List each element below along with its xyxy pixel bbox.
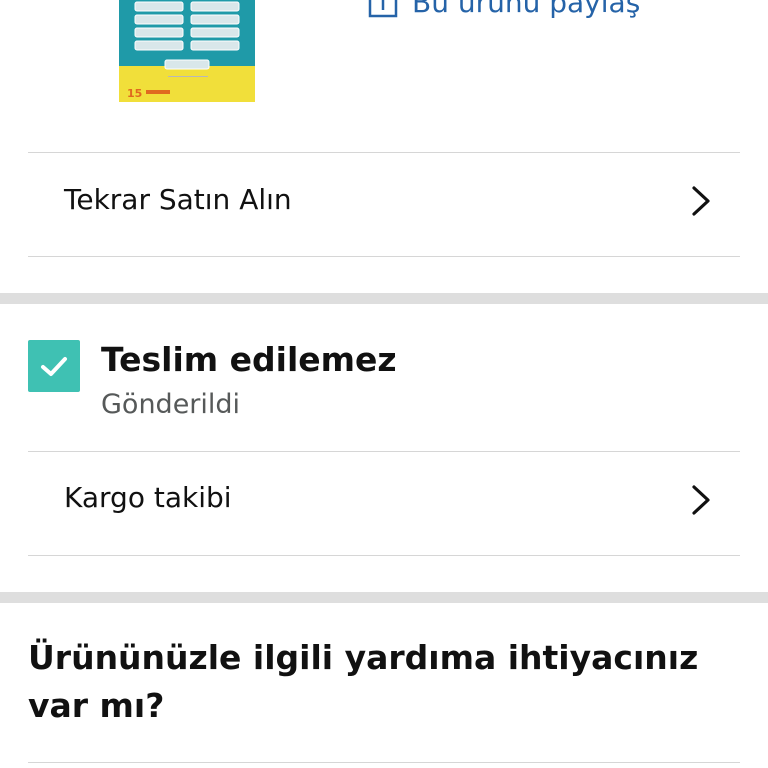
buy-again-label: Tekrar Satın Alın [64, 183, 292, 216]
track-package-label: Kargo takibi [64, 481, 232, 514]
section-separator [0, 293, 768, 304]
buy-again-row[interactable]: Tekrar Satın Alın [0, 153, 768, 257]
status-check-badge [28, 340, 80, 392]
track-package-row[interactable]: Kargo takibi [0, 452, 768, 556]
checkmark-icon [41, 357, 67, 376]
section-separator [0, 592, 768, 603]
product-image[interactable]: 15 [119, 0, 255, 102]
chevron-right-icon [692, 485, 710, 515]
pack-count-text: 15 [127, 87, 142, 100]
share-product-link[interactable]: Bu ürünü paylaş [368, 0, 640, 19]
divider [28, 555, 740, 556]
shipment-status-title: Teslim edilemez [101, 340, 397, 379]
divider [28, 256, 740, 257]
shipment-status-subtitle: Gönderildi [101, 389, 241, 420]
blade-pack-illustration: 15 [119, 0, 255, 102]
share-icon [368, 0, 398, 17]
help-heading: Ürününüzle ilgili yardıma ihtiyacınız va… [28, 638, 699, 725]
divider [28, 762, 740, 763]
share-label: Bu ürünü paylaş [412, 0, 641, 19]
chevron-right-icon [692, 186, 710, 216]
